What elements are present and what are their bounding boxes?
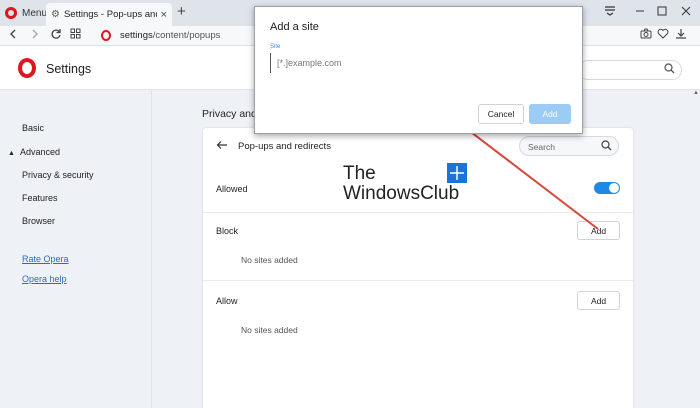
speed-dial-icon[interactable]	[70, 28, 81, 42]
page-title: Settings	[46, 62, 92, 76]
search-icon	[601, 140, 612, 154]
search-placeholder: Search	[528, 142, 555, 152]
page-scrollbar[interactable]: ▲	[692, 90, 700, 408]
maximize-icon[interactable]	[652, 2, 672, 20]
download-icon[interactable]	[675, 28, 687, 43]
menu-label: Menu	[22, 7, 48, 19]
heart-icon[interactable]	[657, 28, 669, 42]
block-label: Block	[216, 226, 239, 236]
sidebar-item-advanced[interactable]: ▲ Advanced	[8, 147, 60, 157]
sidebar-item-browser[interactable]: Browser	[22, 216, 55, 226]
url-path: /content/popups	[152, 30, 221, 41]
watermark-line1: The	[343, 163, 376, 184]
easy-setup-icon[interactable]	[600, 2, 620, 20]
back-arrow-icon[interactable]	[216, 139, 228, 153]
divider	[203, 280, 633, 281]
sidebar-item-basic[interactable]: Basic	[22, 123, 44, 133]
settings-search-input[interactable]	[578, 60, 682, 80]
allow-add-button[interactable]: Add	[577, 291, 620, 310]
allowed-label: Allowed	[216, 184, 248, 194]
camera-icon[interactable]	[640, 28, 652, 42]
sidebar-item-features[interactable]: Features	[22, 193, 58, 203]
watermark-line2: WindowsClub	[343, 183, 460, 204]
allow-label: Allow	[216, 296, 238, 306]
forward-icon[interactable]	[30, 28, 40, 43]
sidebar-item-privacy-security[interactable]: Privacy & security	[22, 170, 94, 180]
opera-menu-button[interactable]: Menu	[5, 4, 47, 22]
gear-icon: ⚙	[51, 9, 60, 20]
divider	[203, 212, 633, 213]
dialog-title: Add a site	[270, 21, 319, 33]
opera-help-link[interactable]: Opera help	[22, 274, 67, 284]
allow-empty-text: No sites added	[241, 325, 298, 335]
new-tab-button[interactable]: +	[177, 3, 186, 20]
windowsclub-logo-icon	[447, 163, 467, 183]
tab-title: Settings - Pop-ups and redirects	[63, 9, 157, 20]
allowed-toggle[interactable]	[594, 182, 620, 194]
add-site-dialog: Add a site Site Cancel Add	[254, 6, 583, 134]
back-icon[interactable]	[8, 28, 18, 43]
url-field[interactable]: settings/content/popups	[120, 30, 220, 41]
opera-logo-icon	[5, 7, 17, 19]
site-field-label: Site	[270, 44, 281, 50]
opera-url-icon	[101, 30, 111, 41]
section-heading: Privacy and	[202, 108, 257, 120]
sidebar-item-label: Advanced	[19, 147, 60, 157]
minimize-icon[interactable]	[630, 2, 650, 20]
scroll-up-icon[interactable]: ▲	[692, 90, 700, 98]
close-tab-icon[interactable]: ×	[161, 9, 167, 21]
search-icon	[664, 63, 675, 77]
tab-settings[interactable]: ⚙ Settings - Pop-ups and redirects ×	[46, 3, 172, 26]
watermark: The WindowsClub	[343, 163, 473, 207]
reload-icon[interactable]	[50, 28, 62, 43]
close-window-icon[interactable]	[676, 2, 696, 20]
card-search-input[interactable]: Search	[519, 136, 619, 156]
site-input[interactable]	[270, 53, 567, 73]
opera-logo-icon	[18, 58, 36, 78]
dialog-add-button[interactable]: Add	[529, 104, 571, 124]
block-add-button[interactable]: Add	[577, 221, 620, 240]
block-empty-text: No sites added	[241, 255, 298, 265]
caret-up-icon: ▲	[8, 150, 15, 157]
rate-opera-link[interactable]: Rate Opera	[22, 254, 69, 264]
settings-sidebar: Basic ▲ Advanced Privacy & security Feat…	[0, 90, 152, 408]
card-title: Pop-ups and redirects	[238, 141, 331, 152]
cancel-button[interactable]: Cancel	[478, 104, 524, 124]
url-host: settings	[120, 30, 153, 41]
